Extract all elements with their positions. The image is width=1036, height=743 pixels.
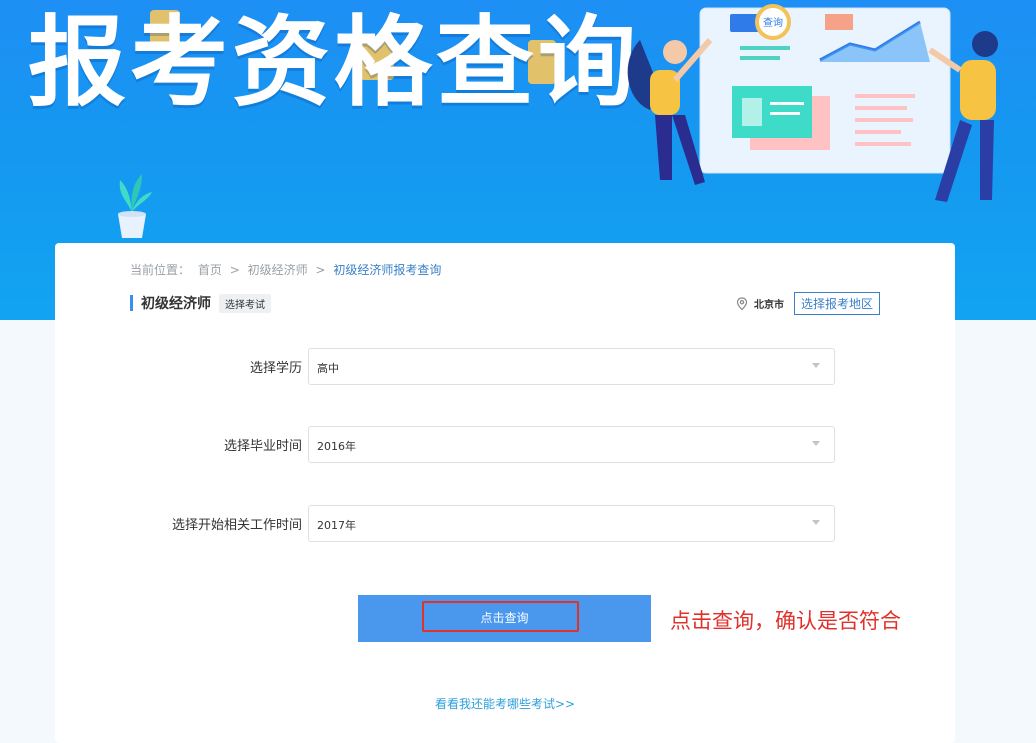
breadcrumb-current: 初级经济师报考查询	[333, 263, 442, 277]
illustration-badge: 查询	[763, 16, 783, 29]
query-card: 当前位置： 首页 > 初级经济师 > 初级经济师报考查询 初级经济师 选择考试 …	[55, 243, 955, 743]
plant-decoration	[118, 174, 152, 238]
chevron-down-icon	[812, 363, 820, 368]
section-marker	[130, 295, 133, 311]
breadcrumb: 当前位置： 首页 > 初级经济师 > 初级经济师报考查询	[130, 261, 445, 278]
education-row: 选择学历 高中	[55, 348, 955, 385]
breadcrumb-prefix: 当前位置：	[130, 263, 191, 277]
work-start-label: 选择开始相关工作时间	[171, 518, 302, 533]
chevron-down-icon	[812, 520, 820, 525]
graduation-row: 选择毕业时间 2016年	[55, 426, 955, 463]
current-city: 北京市	[753, 300, 784, 311]
work-start-row: 选择开始相关工作时间 2017年	[55, 505, 955, 542]
breadcrumb-separator: >	[229, 263, 240, 277]
more-exams-link[interactable]: 看看我还能考哪些考试>>	[55, 695, 955, 712]
banner-title: 报考资格查询	[28, 6, 641, 120]
graduation-label: 选择毕业时间	[223, 439, 302, 454]
work-start-select[interactable]: 2017年	[308, 505, 835, 542]
section-title: 初级经济师	[141, 296, 211, 312]
breadcrumb-home-link[interactable]: 首页	[198, 263, 222, 277]
work-start-value: 2017年	[317, 519, 356, 532]
education-label: 选择学历	[249, 361, 302, 376]
chevron-down-icon	[812, 441, 820, 446]
annotation-highlight-box	[422, 601, 579, 632]
breadcrumb-level1-link[interactable]: 初级经济师	[248, 263, 308, 277]
graduation-value: 2016年	[317, 440, 356, 453]
annotation-text: 点击查询，确认是否符合	[670, 609, 901, 633]
query-illustration: 查询	[627, 4, 998, 202]
education-select[interactable]: 高中	[308, 348, 835, 385]
section-header: 初级经济师 选择考试	[130, 293, 271, 313]
select-region-button[interactable]: 选择报考地区	[793, 292, 880, 315]
region-selector: 北京市 选择报考地区	[736, 292, 880, 315]
location-pin-icon	[736, 296, 748, 310]
education-value: 高中	[317, 362, 339, 375]
graduation-select[interactable]: 2016年	[308, 426, 835, 463]
select-exam-button[interactable]: 选择考试	[219, 293, 271, 313]
breadcrumb-separator: >	[315, 263, 326, 277]
